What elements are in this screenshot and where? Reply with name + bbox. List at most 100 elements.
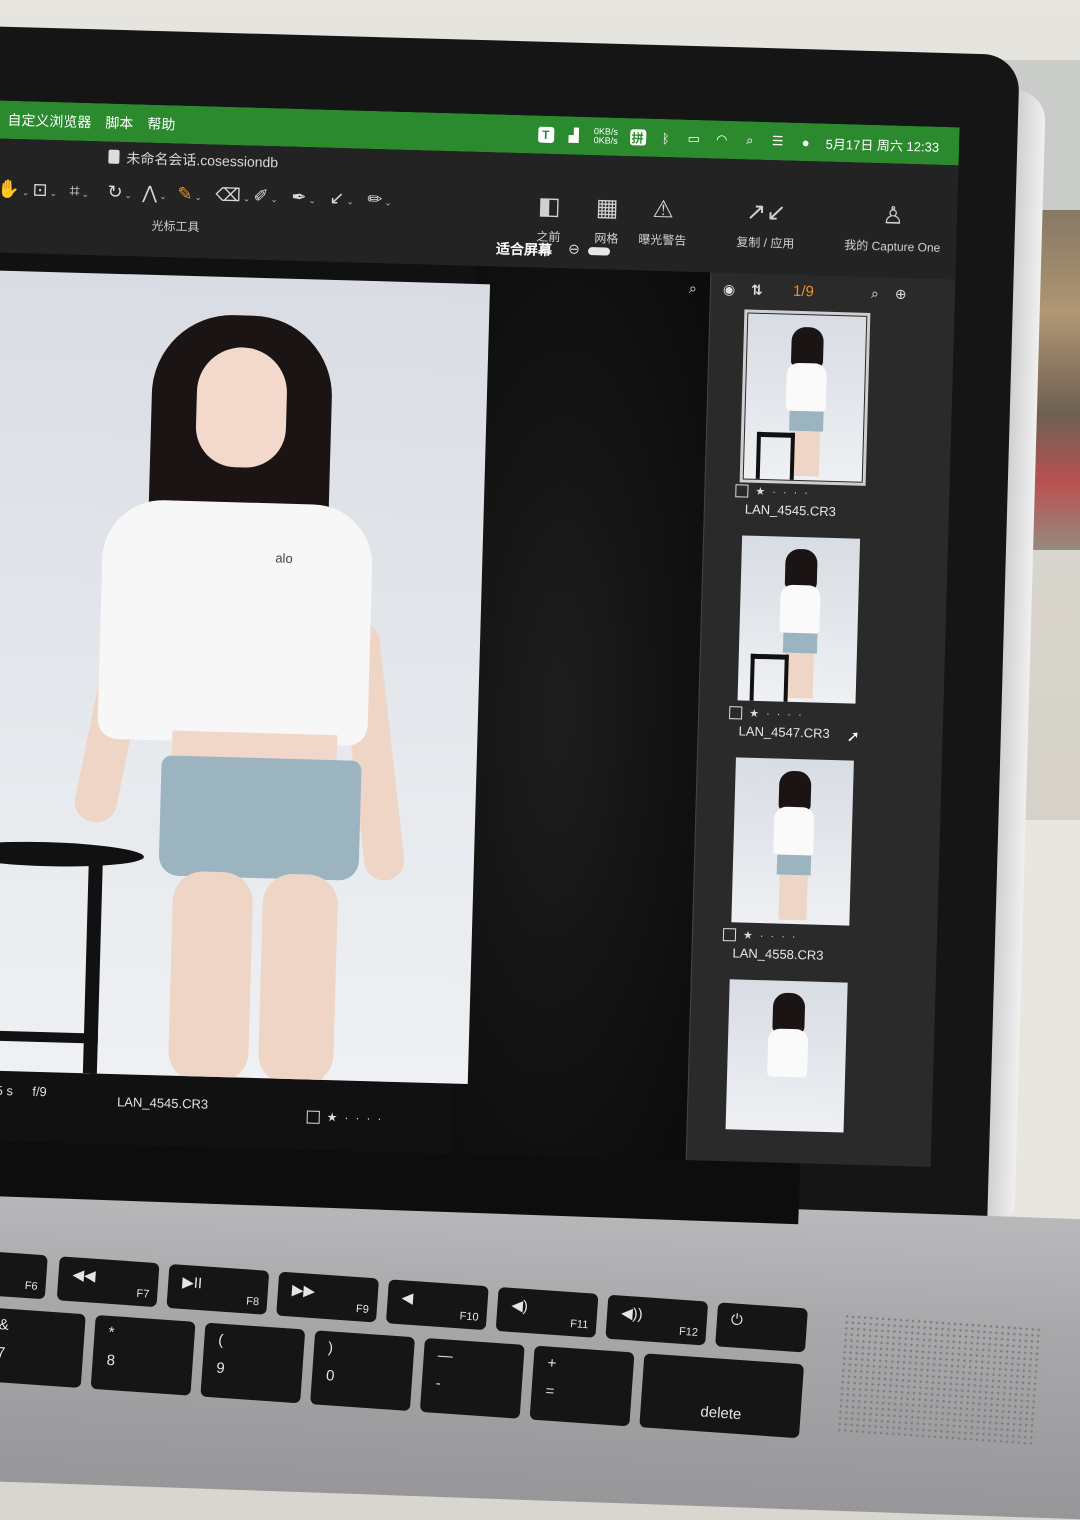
keystone-tool-icon[interactable]: ⋀⌄ [142, 183, 167, 205]
rating-dot[interactable]: · [783, 486, 787, 498]
rating-dot[interactable]: · [781, 930, 785, 942]
thumbnail-item[interactable] [718, 979, 862, 1133]
thumbnail-image[interactable] [739, 309, 871, 486]
shutter-speed: 1/125 s [0, 1082, 14, 1099]
key-f11[interactable]: ◀) F11 [495, 1286, 599, 1338]
bluetooth-icon[interactable]: ᛒ [658, 130, 674, 146]
eraser-tool-icon[interactable]: ⌫⌄ [215, 185, 251, 207]
key-f7[interactable]: ◀◀ F7 [56, 1256, 160, 1308]
control-center-icon[interactable]: ☰ [769, 133, 785, 149]
grid-button[interactable]: ▦ 网格 [594, 193, 619, 247]
cat-icon[interactable]: ▟ [566, 127, 582, 143]
browser-panel: ⌕ ◉ ⇅ 1/9 ⌕ ⊕ ★ · · · · LAN_4545.CR3 ★ ·… [685, 272, 957, 1167]
key-top-symbol: ( [217, 1331, 224, 1349]
key-0[interactable]: ) 0 [310, 1330, 415, 1412]
pan-tool-icon[interactable]: ✋⌄ [0, 179, 30, 201]
menu-help[interactable]: 帮助 [147, 114, 176, 135]
rating-dot[interactable]: · [793, 486, 797, 498]
thumb-hair [790, 326, 824, 368]
thumbnail-item[interactable]: ★ · · · · LAN_4547.CR3 ➚ [728, 535, 874, 746]
siri-icon[interactable]: ● [797, 134, 813, 150]
rating-dot[interactable]: · [777, 708, 781, 720]
thumbnail-image[interactable] [731, 757, 854, 926]
select-checkbox[interactable] [722, 928, 737, 942]
key-minus[interactable]: — - [419, 1337, 525, 1419]
rating-star-icon[interactable]: ★ [327, 1110, 338, 1124]
rating-dot[interactable]: · [355, 1111, 359, 1125]
thumbnail-item[interactable]: ★ · · · · LAN_4558.CR3 [722, 757, 868, 964]
rating-dot[interactable]: · [798, 709, 802, 721]
image-count: 1/9 [792, 282, 815, 301]
zoom-out-icon[interactable]: ⊖ [568, 240, 580, 257]
menu-custom-browser[interactable]: 自定义浏览器 [7, 110, 92, 132]
rating-dot[interactable]: · [772, 486, 776, 498]
key-9[interactable]: (9 [200, 1322, 306, 1404]
thumbnail-image[interactable] [737, 535, 861, 704]
key-f10[interactable]: ◀ F10 [385, 1279, 489, 1331]
eye-icon[interactable]: ◉ [723, 281, 736, 298]
zoom-slider[interactable] [587, 247, 611, 256]
rating-dot[interactable]: · [787, 708, 791, 720]
before-button[interactable]: ◧ 之前 [536, 192, 561, 246]
input-method-icon[interactable]: 拼 [629, 129, 646, 146]
key-7[interactable]: & 7 [0, 1307, 86, 1389]
filter-search-icon[interactable]: ⌕ [871, 285, 879, 302]
rating-dot[interactable]: · [770, 930, 774, 942]
search-icon[interactable]: ⌕ [689, 280, 697, 297]
key-f12[interactable]: ◀)) F12 [605, 1294, 709, 1346]
my-capture-one-button[interactable]: ♙ 我的 Capture One [844, 200, 941, 256]
wifi-icon[interactable]: ◠ [714, 132, 730, 148]
brush-tool-icon[interactable]: ✎⌄ [177, 184, 202, 206]
thumbnail-rating: ★ · · · · [735, 484, 875, 501]
rating-star-icon[interactable]: ★ [743, 929, 753, 942]
key-label: F11 [569, 1318, 589, 1332]
select-checkbox[interactable] [735, 484, 749, 498]
key-delete[interactable]: delete [639, 1353, 805, 1439]
rating-dot[interactable]: · [792, 930, 796, 942]
rating-dot[interactable]: · [760, 930, 764, 942]
key-label: F12 [678, 1325, 699, 1339]
menu-scripts[interactable]: 脚本 [105, 113, 134, 134]
sort-icon[interactable]: ⇅ [751, 282, 763, 299]
clock[interactable]: 5月17日 周六 12:33 [825, 133, 939, 155]
loupe-tool-icon[interactable]: ⊡⌄ [32, 180, 57, 202]
spotlight-search-icon[interactable]: ⌕ [741, 132, 757, 148]
key-f9[interactable]: ▶▶ F9 [276, 1271, 380, 1323]
gradient-tool-icon[interactable]: ✐⌄ [253, 186, 278, 208]
copy-apply-button[interactable]: ↗↙ 复制 / 应用 [736, 197, 795, 252]
rating-dot[interactable]: · [766, 708, 770, 720]
rating-dot[interactable]: · [804, 487, 808, 499]
key-8[interactable]: * 8 [90, 1314, 196, 1396]
photo-leg-left [167, 870, 254, 1083]
key-power[interactable]: ⏻ [715, 1302, 808, 1353]
pen-tool-icon[interactable]: ✏⌄ [367, 189, 392, 211]
thumb-hair [778, 770, 812, 812]
thumb-shirt [773, 806, 815, 856]
crop-tool-icon[interactable]: ⌗⌄ [69, 181, 89, 203]
thumbnail-rating: ★ · · · · [729, 706, 869, 723]
rating-dot[interactable]: · [377, 1111, 381, 1125]
thumbnail-item[interactable]: ★ · · · · LAN_4545.CR3 [735, 309, 881, 520]
rating-star-icon[interactable]: ★ [755, 485, 765, 498]
picker-tool-icon[interactable]: ✒⌄ [291, 187, 316, 209]
typora-icon[interactable]: T [537, 126, 555, 144]
rating-dot[interactable]: · [344, 1111, 348, 1125]
rotate-tool-icon[interactable]: ↻⌄ [107, 182, 132, 204]
rating-dot[interactable]: · [366, 1111, 370, 1125]
fit-screen-label[interactable]: 适合屏幕 [496, 238, 553, 260]
exposure-warning-button[interactable]: ⚠ 曝光警告 [638, 194, 687, 248]
key-bottom-symbol: 8 [106, 1351, 116, 1370]
battery-icon[interactable]: ▭ [686, 131, 702, 147]
key-label: delete [699, 1403, 742, 1424]
annotate-tool-icon[interactable]: ↙⌄ [329, 188, 354, 210]
select-checkbox[interactable] [729, 706, 743, 720]
key-label: F10 [459, 1310, 479, 1324]
main-photo[interactable]: alo [0, 270, 491, 1085]
select-checkbox[interactable] [306, 1110, 320, 1124]
zoom-icon[interactable]: ⊕ [895, 286, 907, 303]
rating-star-icon[interactable]: ★ [749, 707, 759, 720]
key-f8[interactable]: ▶II F8 [166, 1263, 270, 1315]
thumbnail-image[interactable] [725, 979, 848, 1133]
key-equals[interactable]: + = [529, 1345, 635, 1427]
key-f6[interactable]: ☀F6 [0, 1250, 48, 1300]
